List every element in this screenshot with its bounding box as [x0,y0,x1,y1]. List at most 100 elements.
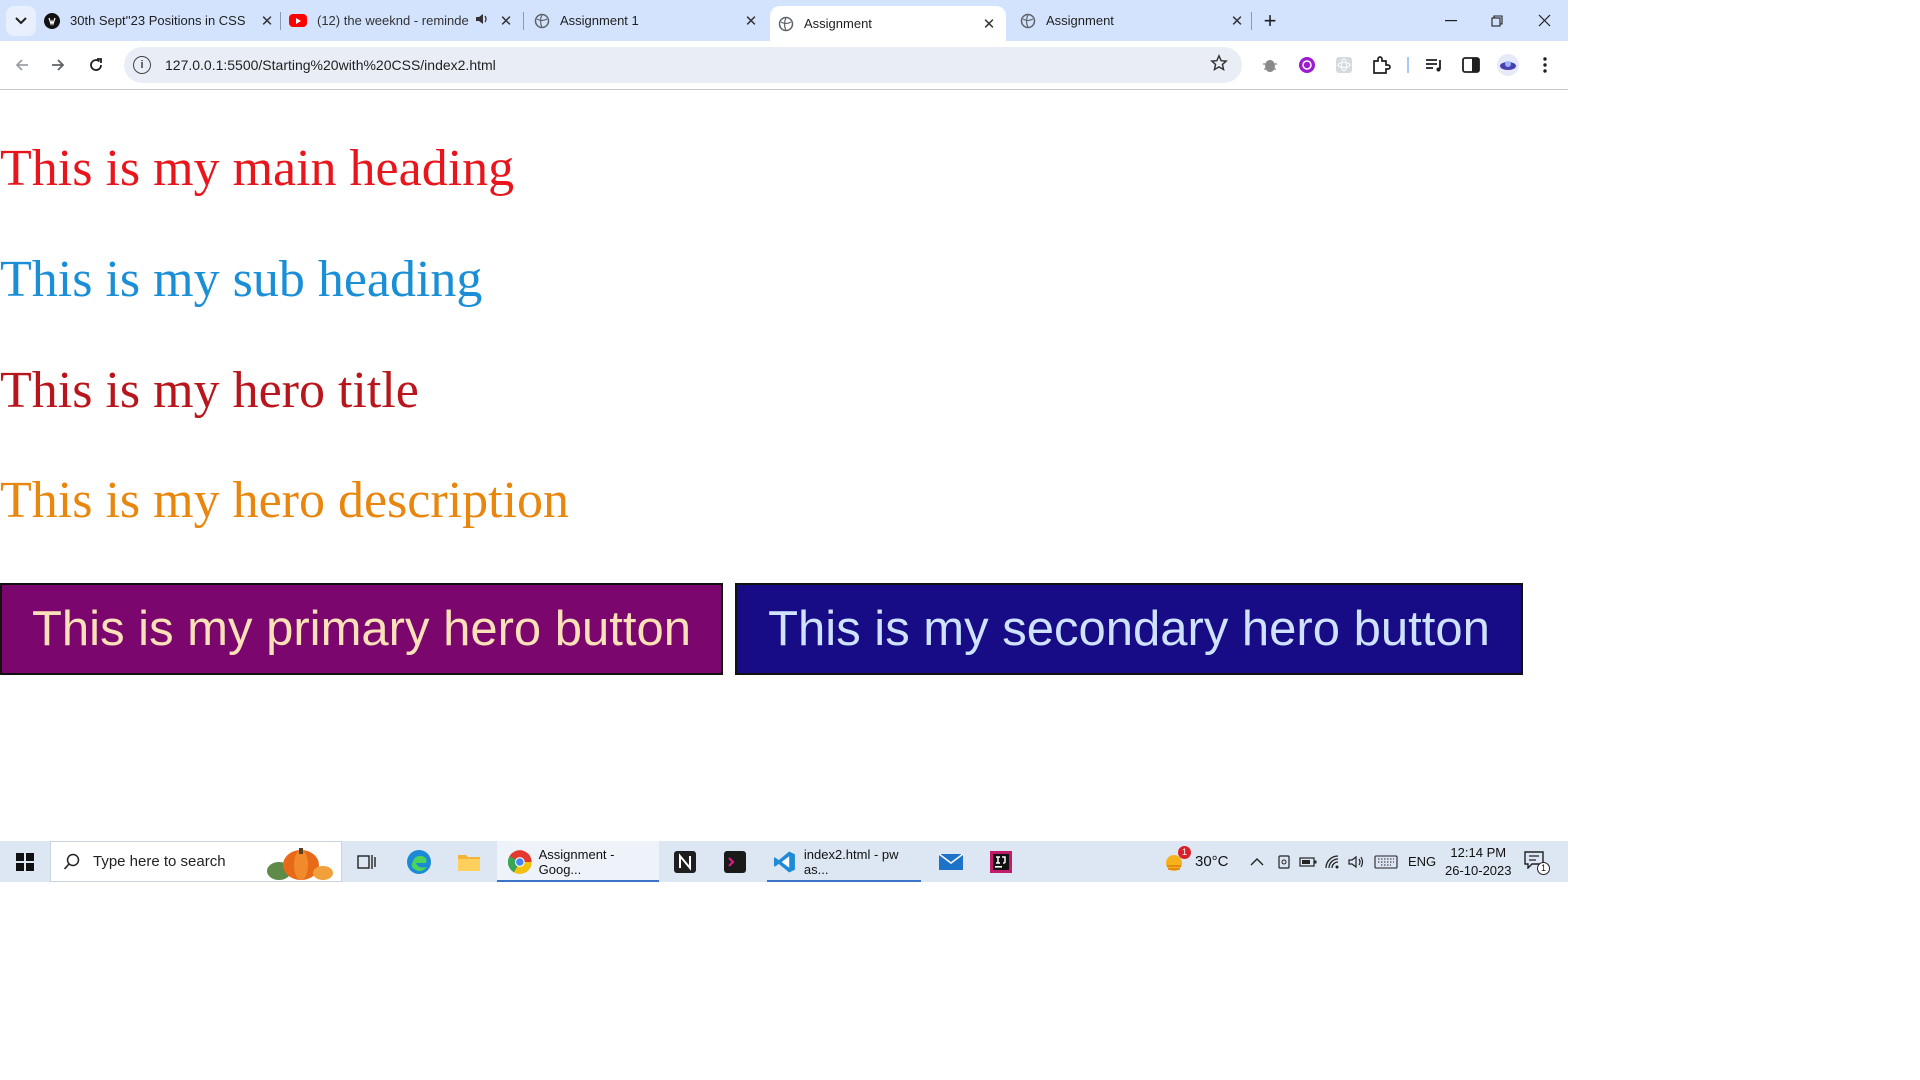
windows-logo-icon [16,852,34,871]
notification-icon: 1 [1524,850,1550,875]
tab-assignment-active[interactable]: Assignment ✕ [770,6,1006,41]
taskbar-app-label: Assignment - Goog... [538,846,615,877]
sub-heading: This is my sub heading [0,251,483,308]
terminal-icon[interactable] [717,846,753,878]
media-control-icon[interactable] [1423,53,1447,77]
search-icon [63,853,80,870]
globe-icon [1020,13,1036,29]
arrow-left-icon [15,59,28,71]
device-icon[interactable] [1276,841,1292,882]
task-view-icon[interactable] [349,846,385,878]
tab-assignment-2[interactable]: Assignment ✕ [1020,0,1246,41]
notion-icon[interactable] [667,846,703,878]
bug-extension-icon[interactable] [1258,53,1282,77]
restore-button[interactable] [1474,0,1520,41]
tab-title: Assignment [804,16,872,31]
weather-icon: 1 [1163,845,1191,874]
taskbar-search[interactable]: Type here to search [50,841,342,882]
browser-tab-strip: 30th Sept''23 Positions in CSS ✕ (12) th… [0,0,1568,41]
back-button[interactable] [8,51,36,79]
keyboard-icon[interactable] [1374,841,1398,882]
search-placeholder: Type here to search [93,853,226,870]
forward-button[interactable] [44,51,72,79]
secondary-hero-button[interactable]: This is my secondary hero button [735,583,1523,675]
tab-assignment-1[interactable]: Assignment 1 ✕ [534,0,760,41]
tab-youtube[interactable]: (12) the weeknd - reminder ✕ [289,0,515,41]
language-indicator[interactable]: ENG [1408,841,1436,882]
close-tab-icon[interactable]: ✕ [258,12,276,30]
weather-temperature: 30°C [1195,853,1229,870]
clock[interactable]: 12:14 PM 26-10-2023 [1445,841,1512,882]
page-content: This is my main heading This is my sub h… [0,90,1568,841]
weather-badge: 1 [1178,845,1191,859]
reload-button[interactable] [82,51,110,79]
taskbar-app-chrome[interactable]: Assignment - Goog... [497,841,659,882]
tab-title: 30th Sept''23 Positions in CSS [70,13,246,28]
tab-search-button[interactable] [6,6,36,36]
restore-icon [1491,14,1503,27]
weather-widget[interactable]: 1 30°C [1163,841,1229,882]
volume-icon[interactable] [1348,841,1366,882]
toolbar-separator [1407,57,1409,73]
chevron-up-icon [1250,857,1264,865]
clock-date: 26-10-2023 [1445,862,1512,878]
primary-hero-button[interactable]: This is my primary hero button [0,583,723,675]
file-explorer-icon[interactable] [451,846,487,878]
taskbar-app-vscode[interactable]: index2.html - pw as... [767,841,921,882]
side-panel-icon[interactable] [1459,53,1483,77]
bookmark-star-icon[interactable] [1210,54,1228,78]
close-tab-icon[interactable]: ✕ [497,12,515,30]
reload-icon [90,58,102,71]
hero-description: This is my hero description [0,472,570,529]
extensions-puzzle-icon[interactable] [1369,53,1393,77]
react-extension-icon[interactable] [1332,53,1356,77]
tab-separator [280,12,281,30]
chevron-down-icon [15,17,27,25]
new-tab-button[interactable]: + [1258,8,1282,33]
notification-count: 1 [1537,861,1550,875]
browser-menu-icon[interactable] [1533,53,1557,77]
tab-separator [1251,12,1252,30]
hero-title: This is my hero title [0,362,419,419]
close-icon [1538,14,1550,27]
url-text[interactable]: 127.0.0.1:5500/Starting%20with%20CSS/ind… [165,57,496,73]
taskbar-app-label: index2.html - pw as... [803,846,899,877]
edge-icon[interactable] [401,846,437,878]
active-app-indicator [497,880,659,882]
site-favicon-icon [44,12,60,29]
battery-icon[interactable] [1299,841,1317,882]
show-hidden-icons-button[interactable] [1250,841,1264,882]
globe-icon [534,13,550,29]
close-window-button[interactable] [1521,0,1567,41]
active-app-indicator [767,880,921,882]
start-button[interactable] [0,841,50,882]
minimize-icon [1445,19,1457,21]
wifi-icon[interactable] [1325,841,1343,882]
windows-taskbar: Type here to search Assignment - Goog...… [0,841,1568,882]
minimize-button[interactable] [1428,0,1474,41]
close-tab-icon[interactable]: ✕ [980,15,998,33]
youtube-icon [289,14,307,27]
close-tab-icon[interactable]: ✕ [742,12,760,30]
browser-toolbar: i 127.0.0.1:5500/Starting%20with%20CSS/i… [0,41,1568,90]
close-tab-icon[interactable]: ✕ [1228,12,1246,30]
profile-avatar[interactable] [1496,53,1520,77]
globe-icon [778,16,794,32]
tab-title: Assignment [1046,13,1114,28]
clock-time: 12:14 PM [1450,844,1507,860]
mail-icon[interactable] [933,846,969,878]
arrow-right-icon [52,59,65,71]
purple-extension-icon[interactable] [1295,53,1319,77]
notifications-button[interactable]: 1 [1524,841,1550,882]
chrome-icon [507,849,532,874]
tab-title: Assignment 1 [560,13,639,28]
pumpkin-icon [259,845,339,886]
site-info-icon[interactable]: i [133,56,151,74]
tab-separator [523,12,524,30]
tab-positions-css[interactable]: 30th Sept''23 Positions in CSS ✕ [44,0,276,41]
audio-playing-icon[interactable] [475,13,489,28]
tab-title: (12) the weeknd - reminder [317,13,469,28]
intellij-icon[interactable] [983,846,1019,878]
address-bar[interactable]: i 127.0.0.1:5500/Starting%20with%20CSS/i… [124,47,1242,83]
main-heading: This is my main heading [0,140,515,197]
